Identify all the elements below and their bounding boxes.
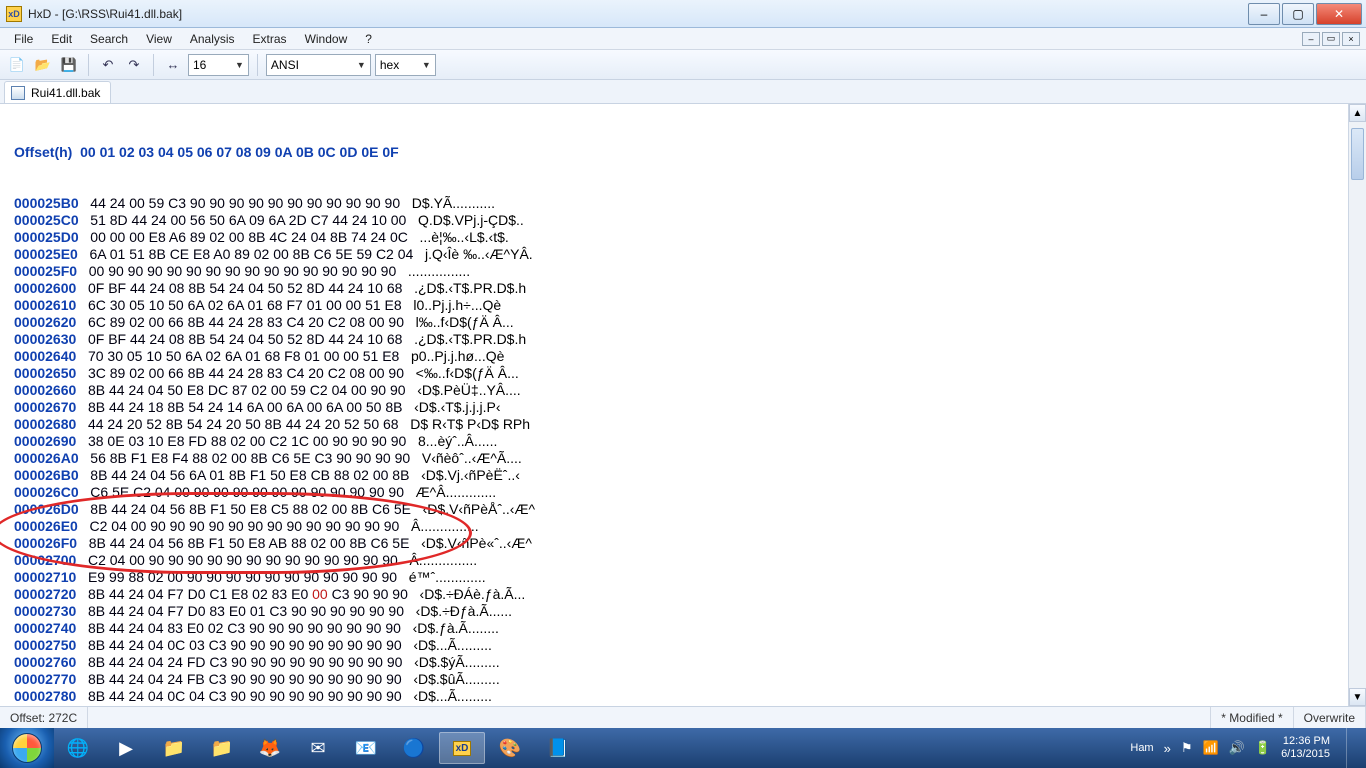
menu-extras[interactable]: Extras	[245, 30, 295, 48]
app-icon: xD	[6, 6, 22, 22]
save-button[interactable]: 💾	[58, 54, 80, 76]
hex-row[interactable]: 000026C0 C6 5E C2 04 00 90 90 90 90 90 9…	[14, 484, 1348, 501]
start-button[interactable]	[0, 728, 54, 768]
file-tab[interactable]: Rui41.dll.bak	[4, 81, 111, 103]
task-paint[interactable]: 🎨	[487, 732, 533, 764]
charset-combo[interactable]: ANSI▼	[266, 54, 371, 76]
task-explorer-2[interactable]: 📁	[199, 732, 245, 764]
menu-analysis[interactable]: Analysis	[182, 30, 243, 48]
chevron-down-icon: ▼	[357, 60, 366, 70]
status-modified: * Modified *	[1211, 707, 1293, 728]
hex-row[interactable]: 00002650 3C 89 02 00 66 8B 44 24 28 83 C…	[14, 365, 1348, 382]
volume-icon[interactable]: 🔊	[1229, 740, 1245, 756]
close-button[interactable]: ✕	[1316, 3, 1362, 25]
task-explorer[interactable]: 📁	[151, 732, 197, 764]
task-chrome[interactable]: 🔵	[391, 732, 437, 764]
hex-row[interactable]: 00002740 8B 44 24 04 83 E0 02 C3 90 90 9…	[14, 620, 1348, 637]
task-media[interactable]: ▶	[103, 732, 149, 764]
hex-row[interactable]: 000025C0 51 8D 44 24 00 56 50 6A 09 6A 2…	[14, 212, 1348, 229]
tray-user: Ham	[1130, 742, 1153, 754]
hex-row[interactable]: 000025E0 6A 01 51 8B CE E8 A0 89 02 00 8…	[14, 246, 1348, 263]
bytes-per-row-combo[interactable]: 16▼	[188, 54, 249, 76]
menubar: File Edit Search View Analysis Extras Wi…	[0, 28, 1366, 50]
open-button[interactable]: 📂	[32, 54, 54, 76]
hex-header: Offset(h) 00 01 02 03 04 05 06 07 08 09 …	[14, 144, 1348, 161]
task-mail[interactable]: ✉	[295, 732, 341, 764]
network-icon[interactable]: 📶	[1203, 740, 1219, 756]
hex-row[interactable]: 000026F0 8B 44 24 04 56 8B F1 50 E8 AB 8…	[14, 535, 1348, 552]
tab-bar: Rui41.dll.bak	[0, 80, 1366, 104]
statusbar: Offset: 272C * Modified * Overwrite	[0, 706, 1366, 728]
menu-edit[interactable]: Edit	[43, 30, 80, 48]
hex-row[interactable]: 000026B0 8B 44 24 04 56 6A 01 8B F1 50 E…	[14, 467, 1348, 484]
toolbar: 📄 📂 💾 ↶ ↷ ↔ 16▼ ANSI▼ hex▼	[0, 50, 1366, 80]
mdi-restore-button[interactable]: ▭	[1322, 32, 1340, 46]
chevron-down-icon: ▼	[422, 60, 431, 70]
hex-row[interactable]: 00002610 6C 30 05 10 50 6A 02 6A 01 68 F…	[14, 297, 1348, 314]
task-word[interactable]: 📘	[535, 732, 581, 764]
scroll-up-button[interactable]: ▲	[1349, 104, 1366, 122]
menu-search[interactable]: Search	[82, 30, 136, 48]
task-firefox[interactable]: 🦊	[247, 732, 293, 764]
hex-row[interactable]: 00002790 8B 44 24 04 24 FE C3 90 90 90 9…	[14, 705, 1348, 706]
hex-row[interactable]: 00002750 8B 44 24 04 0C 03 C3 90 90 90 9…	[14, 637, 1348, 654]
task-outlook[interactable]: 📧	[343, 732, 389, 764]
file-tab-label: Rui41.dll.bak	[31, 86, 100, 100]
hex-row[interactable]: 00002670 8B 44 24 18 8B 54 24 14 6A 00 6…	[14, 399, 1348, 416]
hex-row[interactable]: 00002690 38 0E 03 10 E8 FD 88 02 00 C2 1…	[14, 433, 1348, 450]
titlebar: xD HxD - [G:\RSS\Rui41.dll.bak] – ▢ ✕	[0, 0, 1366, 28]
system-tray: Ham » ⚑ 📶 🔊 🔋 12:36 PM6/13/2015	[1120, 728, 1366, 768]
minimize-button[interactable]: –	[1248, 3, 1280, 25]
hex-row[interactable]: 00002660 8B 44 24 04 50 E8 DC 87 02 00 5…	[14, 382, 1348, 399]
hex-row[interactable]: 000025B0 44 24 00 59 C3 90 90 90 90 90 9…	[14, 195, 1348, 212]
hex-row[interactable]: 00002640 70 30 05 10 50 6A 02 6A 01 68 F…	[14, 348, 1348, 365]
hex-row[interactable]: 00002620 6C 89 02 00 66 8B 44 24 28 83 C…	[14, 314, 1348, 331]
mdi-minimize-button[interactable]: –	[1302, 32, 1320, 46]
vertical-scrollbar[interactable]: ▲ ▼	[1348, 104, 1366, 706]
tray-more-icon[interactable]: »	[1164, 741, 1171, 756]
status-mode: Overwrite	[1294, 707, 1366, 728]
hex-row[interactable]: 000026E0 C2 04 00 90 90 90 90 90 90 90 9…	[14, 518, 1348, 535]
flag-icon[interactable]: ⚑	[1181, 740, 1193, 756]
hex-row[interactable]: 00002630 0F BF 44 24 08 8B 54 24 04 50 5…	[14, 331, 1348, 348]
undo-button[interactable]: ↶	[97, 54, 119, 76]
hex-row[interactable]: 00002730 8B 44 24 04 F7 D0 83 E0 01 C3 9…	[14, 603, 1348, 620]
hex-row[interactable]: 00002760 8B 44 24 04 24 FD C3 90 90 90 9…	[14, 654, 1348, 671]
new-button[interactable]: 📄	[6, 54, 28, 76]
menu-window[interactable]: Window	[297, 30, 356, 48]
hex-editor[interactable]: Offset(h) 00 01 02 03 04 05 06 07 08 09 …	[0, 104, 1366, 706]
hex-row[interactable]: 000026D0 8B 44 24 04 56 8B F1 50 E8 C5 8…	[14, 501, 1348, 518]
goto-button[interactable]: ↔	[162, 54, 184, 76]
redo-button[interactable]: ↷	[123, 54, 145, 76]
menu-view[interactable]: View	[138, 30, 180, 48]
hex-row[interactable]: 000025D0 00 00 00 E8 A6 89 02 00 8B 4C 2…	[14, 229, 1348, 246]
document-icon	[11, 86, 25, 100]
hex-row[interactable]: 000026A0 56 8B F1 E8 F4 88 02 00 8B C6 5…	[14, 450, 1348, 467]
hex-row[interactable]: 00002720 8B 44 24 04 F7 D0 C1 E8 02 83 E…	[14, 586, 1348, 603]
menu-help[interactable]: ?	[357, 30, 380, 48]
hex-row[interactable]: 00002600 0F BF 44 24 08 8B 54 24 04 50 5…	[14, 280, 1348, 297]
task-ie[interactable]: 🌐	[55, 732, 101, 764]
show-desktop-button[interactable]	[1346, 728, 1356, 768]
maximize-button[interactable]: ▢	[1282, 3, 1314, 25]
mdi-close-button[interactable]: ×	[1342, 32, 1360, 46]
window-title: HxD - [G:\RSS\Rui41.dll.bak]	[28, 7, 1246, 21]
menu-file[interactable]: File	[6, 30, 41, 48]
scroll-thumb[interactable]	[1351, 128, 1364, 180]
hex-row[interactable]: 00002700 C2 04 00 90 90 90 90 90 90 90 9…	[14, 552, 1348, 569]
hex-row[interactable]: 000025F0 00 90 90 90 90 90 90 90 90 90 9…	[14, 263, 1348, 280]
hex-row[interactable]: 00002770 8B 44 24 04 24 FB C3 90 90 90 9…	[14, 671, 1348, 688]
hex-row[interactable]: 00002710 E9 99 88 02 00 90 90 90 90 90 9…	[14, 569, 1348, 586]
battery-icon[interactable]: 🔋	[1255, 740, 1271, 756]
hex-row[interactable]: 00002680 44 24 20 52 8B 54 24 20 50 8B 4…	[14, 416, 1348, 433]
scroll-down-button[interactable]: ▼	[1349, 688, 1366, 706]
windows-orb-icon	[12, 733, 42, 763]
chevron-down-icon: ▼	[235, 60, 244, 70]
clock[interactable]: 12:36 PM6/13/2015	[1281, 735, 1330, 761]
hex-row[interactable]: 00002780 8B 44 24 04 0C 04 C3 90 90 90 9…	[14, 688, 1348, 705]
base-combo[interactable]: hex▼	[375, 54, 436, 76]
taskbar: 🌐 ▶ 📁 📁 🦊 ✉ 📧 🔵 xD 🎨 📘 Ham » ⚑ 📶 🔊 🔋 12:…	[0, 728, 1366, 768]
status-offset: Offset: 272C	[0, 707, 88, 728]
task-hxd[interactable]: xD	[439, 732, 485, 764]
